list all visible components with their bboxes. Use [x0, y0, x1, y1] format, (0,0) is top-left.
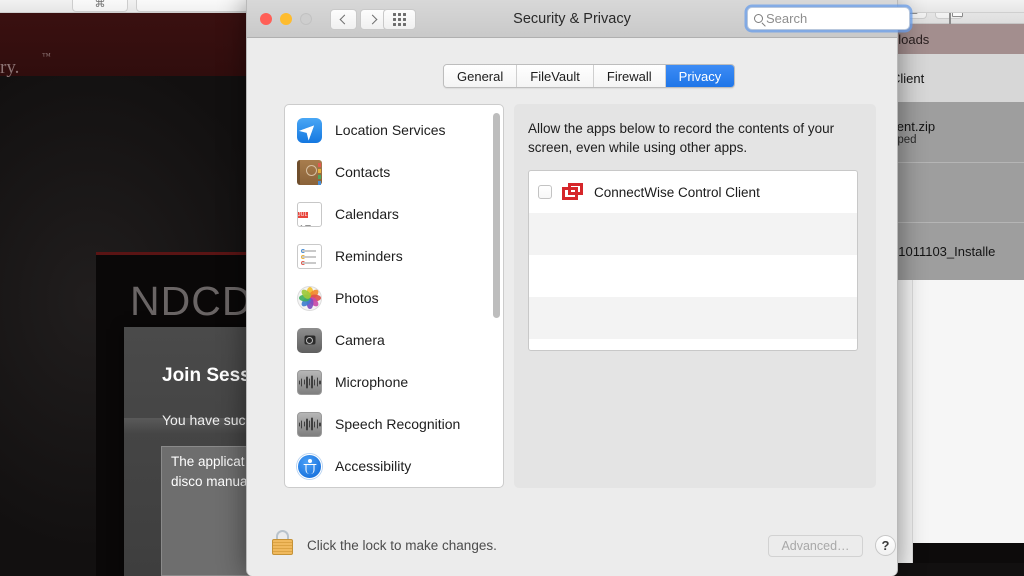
app-list-row[interactable]	[529, 255, 857, 297]
tab-firewall[interactable]: Firewall	[594, 65, 666, 87]
search-field[interactable]	[747, 7, 910, 30]
sidebar-item-label: Location Services	[335, 122, 446, 138]
finder-row-empty[interactable]	[887, 162, 1024, 222]
app-list-row[interactable]	[529, 339, 857, 351]
connectwise-control-icon	[562, 183, 584, 201]
lock-closed-icon[interactable]	[272, 530, 293, 555]
advanced-button[interactable]: Advanced…	[768, 535, 863, 557]
sidebar-item-speech-recognition[interactable]: Speech Recognition	[285, 403, 504, 445]
app-list-row[interactable]: ConnectWise Control Client	[529, 171, 857, 213]
help-button[interactable]: ?	[875, 535, 896, 556]
photos-icon	[297, 286, 322, 311]
finder-row-installer[interactable]: 21011103_Installe	[887, 222, 1024, 280]
sidebar-item-camera[interactable]: Camera	[285, 319, 504, 361]
calendars-icon: JUL 17	[297, 202, 322, 227]
camera-icon	[297, 328, 322, 353]
search-input[interactable]	[766, 11, 901, 26]
sidebar-item-label: Photos	[335, 290, 379, 306]
join-session-subtitle: You have succ	[162, 412, 253, 428]
contacts-icon	[297, 160, 322, 185]
calendar-day-label: 17	[298, 223, 311, 227]
background-banner-text: ry.	[0, 57, 19, 79]
sidebar-item-label: Accessibility	[335, 458, 411, 474]
search-icon	[754, 14, 763, 23]
app-checkbox[interactable]	[538, 185, 552, 199]
background-toolbar-button-label: ⌘	[95, 0, 106, 10]
app-list-row[interactable]	[529, 213, 857, 255]
sidebar-item-calendars[interactable]: JUL 17 Calendars	[285, 193, 504, 235]
background-toolbar-button[interactable]: ⌘	[72, 0, 128, 12]
sidebar-item-reminders[interactable]: Reminders	[285, 235, 504, 277]
privacy-category-list[interactable]: Location Services Contacts JUL 17 Calend…	[284, 104, 504, 488]
reminders-icon	[297, 244, 322, 269]
sidebar-scrollbar-thumb[interactable]	[493, 113, 500, 318]
finder-window: nloads Client lient.zip pped 21011103_In…	[886, 0, 1024, 563]
sidebar-item-location-services[interactable]: Location Services	[285, 109, 504, 151]
location-services-icon	[297, 118, 322, 143]
background-banner-trademark: ™	[42, 51, 51, 61]
app-list-row[interactable]	[529, 297, 857, 339]
sidebar-item-label: Calendars	[335, 206, 399, 222]
sidebar-item-label: Speech Recognition	[335, 416, 460, 432]
tab-filevault[interactable]: FileVault	[517, 65, 594, 87]
tab-bar: General FileVault Firewall Privacy	[443, 64, 735, 88]
tab-privacy[interactable]: Privacy	[666, 65, 735, 87]
window-titlebar[interactable]: Security & Privacy	[247, 0, 897, 38]
detail-description: Allow the apps below to record the conte…	[528, 119, 858, 157]
sidebar-item-contacts[interactable]: Contacts	[285, 151, 504, 193]
join-session-title: Join Sess	[162, 365, 251, 387]
screen: ry. ™ NDCD Join Sess You have succ The a…	[0, 0, 1024, 576]
privacy-detail-pane: Allow the apps below to record the conte…	[514, 104, 876, 488]
system-preferences-window: Security & Privacy General FileVault Fir…	[246, 0, 898, 576]
sidebar-item-label: Camera	[335, 332, 385, 348]
finder-row-client-zip[interactable]: lient.zip pped	[887, 102, 1024, 162]
app-name-label: ConnectWise Control Client	[594, 185, 760, 200]
sidebar-item-label: Reminders	[335, 248, 403, 264]
tab-general[interactable]: General	[444, 65, 517, 87]
allowed-apps-list[interactable]: ConnectWise Control Client	[528, 170, 858, 351]
sidebar-item-accessibility[interactable]: Accessibility	[285, 445, 504, 487]
sidebar-item-label: Contacts	[335, 164, 390, 180]
sidebar-item-label: Microphone	[335, 374, 408, 390]
background-toolbar-field[interactable]	[136, 0, 256, 12]
background-app-title: NDCD	[130, 278, 252, 325]
sidebar-item-microphone[interactable]: Microphone	[285, 361, 504, 403]
finder-footer-strip	[913, 543, 1024, 563]
calendar-month-label: JUL	[298, 212, 308, 218]
sidebar-scrollbar[interactable]	[493, 113, 500, 481]
microphone-icon	[297, 370, 322, 395]
lock-hint-text: Click the lock to make changes.	[307, 538, 497, 553]
sidebar-item-photos[interactable]: Photos	[285, 277, 504, 319]
speech-recognition-icon	[297, 412, 322, 437]
finder-row-label: 21011103_Installe	[891, 244, 995, 259]
finder-row-client[interactable]: Client	[887, 54, 1024, 102]
accessibility-icon	[297, 454, 322, 479]
